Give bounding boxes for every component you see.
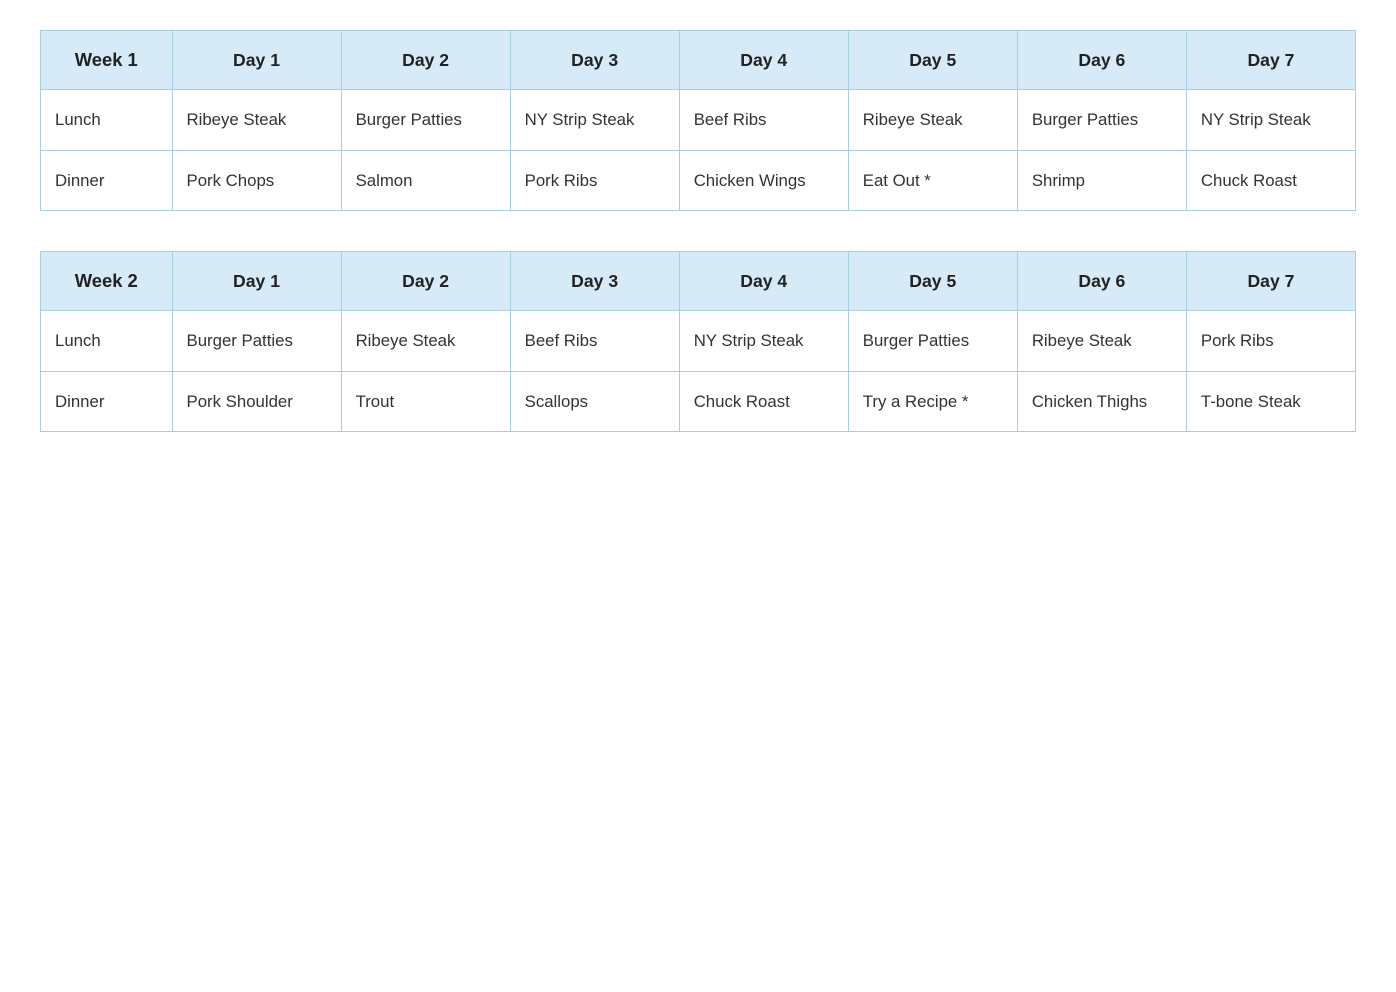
week2-dinner-day4-cell: Chuck Roast <box>679 371 848 432</box>
week2-day-5-header: Day 5 <box>848 252 1017 311</box>
week1-dinner-day5-cell: Eat Out * <box>848 150 1017 211</box>
week1-week-label: Week 1 <box>41 31 173 90</box>
week1-lunch-label: Lunch <box>41 90 173 151</box>
week2-lunch-day6-cell: Ribeye Steak <box>1017 311 1186 372</box>
meal-plan-container: Week 1Day 1Day 2Day 3Day 4Day 5Day 6Day … <box>40 30 1356 432</box>
week1-dinner-day2-cell: Salmon <box>341 150 510 211</box>
week1-day-4-header: Day 4 <box>679 31 848 90</box>
week1-dinner-label: Dinner <box>41 150 173 211</box>
week2-row-dinner: DinnerPork ShoulderTroutScallopsChuck Ro… <box>41 371 1356 432</box>
table-week2: Week 2Day 1Day 2Day 3Day 4Day 5Day 6Day … <box>40 251 1356 432</box>
week1-dinner-day3-cell: Pork Ribs <box>510 150 679 211</box>
week2-row-lunch: LunchBurger PattiesRibeye SteakBeef Ribs… <box>41 311 1356 372</box>
week2-day-7-header: Day 7 <box>1186 252 1355 311</box>
week2-dinner-day5-cell: Try a Recipe * <box>848 371 1017 432</box>
week2-lunch-label: Lunch <box>41 311 173 372</box>
week2-week-label: Week 2 <box>41 252 173 311</box>
table-week1: Week 1Day 1Day 2Day 3Day 4Day 5Day 6Day … <box>40 30 1356 211</box>
week1-day-3-header: Day 3 <box>510 31 679 90</box>
week2-dinner-day2-cell: Trout <box>341 371 510 432</box>
week2-lunch-day3-cell: Beef Ribs <box>510 311 679 372</box>
week1-dinner-day1-cell: Pork Chops <box>172 150 341 211</box>
week2-day-4-header: Day 4 <box>679 252 848 311</box>
week1-lunch-day3-cell: NY Strip Steak <box>510 90 679 151</box>
week1-lunch-day4-cell: Beef Ribs <box>679 90 848 151</box>
week1-day-2-header: Day 2 <box>341 31 510 90</box>
week2-lunch-day4-cell: NY Strip Steak <box>679 311 848 372</box>
week1-dinner-day7-cell: Chuck Roast <box>1186 150 1355 211</box>
week2-day-6-header: Day 6 <box>1017 252 1186 311</box>
week2-dinner-day7-cell: T-bone Steak <box>1186 371 1355 432</box>
week1-day-1-header: Day 1 <box>172 31 341 90</box>
week2-dinner-label: Dinner <box>41 371 173 432</box>
week2-dinner-day3-cell: Scallops <box>510 371 679 432</box>
week1-row-lunch: LunchRibeye SteakBurger PattiesNY Strip … <box>41 90 1356 151</box>
week1-day-5-header: Day 5 <box>848 31 1017 90</box>
week1-day-6-header: Day 6 <box>1017 31 1186 90</box>
week1-dinner-day6-cell: Shrimp <box>1017 150 1186 211</box>
week2-day-1-header: Day 1 <box>172 252 341 311</box>
week1-lunch-day7-cell: NY Strip Steak <box>1186 90 1355 151</box>
week1-dinner-day4-cell: Chicken Wings <box>679 150 848 211</box>
week1-row-dinner: DinnerPork ChopsSalmonPork RibsChicken W… <box>41 150 1356 211</box>
week2-lunch-day1-cell: Burger Patties <box>172 311 341 372</box>
week2-day-3-header: Day 3 <box>510 252 679 311</box>
week1-lunch-day1-cell: Ribeye Steak <box>172 90 341 151</box>
week1-lunch-day6-cell: Burger Patties <box>1017 90 1186 151</box>
week2-lunch-day2-cell: Ribeye Steak <box>341 311 510 372</box>
week2-dinner-day1-cell: Pork Shoulder <box>172 371 341 432</box>
week1-day-7-header: Day 7 <box>1186 31 1355 90</box>
week2-lunch-day5-cell: Burger Patties <box>848 311 1017 372</box>
week1-lunch-day2-cell: Burger Patties <box>341 90 510 151</box>
week1-lunch-day5-cell: Ribeye Steak <box>848 90 1017 151</box>
week2-lunch-day7-cell: Pork Ribs <box>1186 311 1355 372</box>
week2-dinner-day6-cell: Chicken Thighs <box>1017 371 1186 432</box>
week2-day-2-header: Day 2 <box>341 252 510 311</box>
